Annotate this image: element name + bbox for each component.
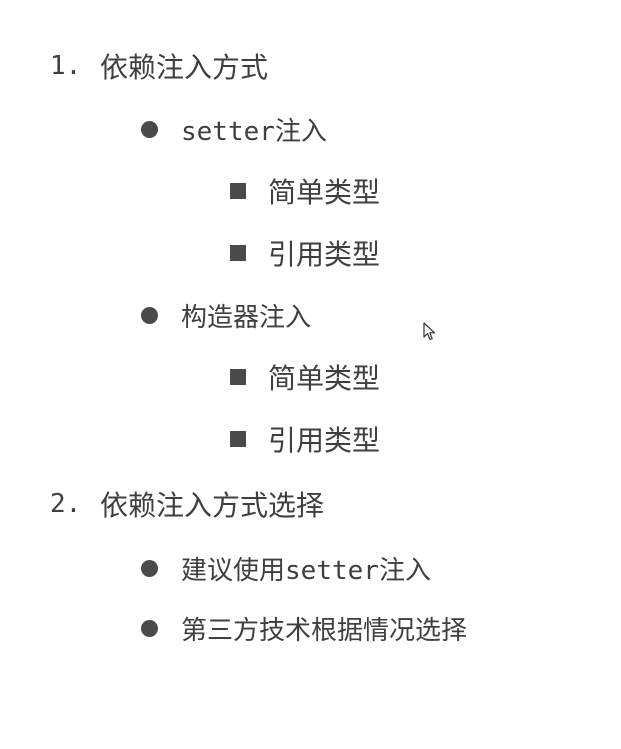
sub-item-label: 引用类型	[268, 238, 381, 271]
list-item-constructor-injection: 构造器注入	[141, 297, 311, 334]
square-bullet-icon	[230, 183, 246, 199]
list-item-label: setter注入	[181, 117, 327, 147]
circle-bullet-icon	[141, 307, 158, 324]
square-bullet-icon	[230, 369, 246, 385]
square-bullet-icon	[230, 245, 246, 261]
sub-item-simple-type: 简单类型	[230, 171, 380, 211]
section-1-number: 1.	[50, 51, 82, 81]
sub-item-label: 简单类型	[268, 362, 381, 395]
list-item-label: 构造器注入	[181, 303, 312, 333]
sub-item-label: 简单类型	[268, 176, 381, 209]
list-item-setter-injection: setter注入	[141, 111, 327, 148]
sub-item-simple-type: 简单类型	[230, 357, 380, 397]
circle-bullet-icon	[141, 620, 158, 637]
section-2-heading: 2. 依赖注入方式选择	[50, 484, 324, 524]
mouse-pointer-icon	[423, 322, 436, 341]
circle-bullet-icon	[141, 560, 158, 577]
sub-item-reference-type: 引用类型	[230, 419, 380, 459]
circle-bullet-icon	[141, 121, 158, 138]
list-item-label: 第三方技术根据情况选择	[181, 616, 468, 646]
section-2-number: 2.	[50, 489, 82, 519]
square-bullet-icon	[230, 431, 246, 447]
sub-item-reference-type: 引用类型	[230, 233, 380, 273]
sub-item-label: 引用类型	[268, 424, 381, 457]
section-1-heading: 1. 依赖注入方式	[50, 46, 268, 86]
list-item-label: 建议使用setter注入	[181, 556, 431, 586]
section-2-title: 依赖注入方式选择	[100, 489, 325, 522]
section-1-title: 依赖注入方式	[100, 51, 269, 84]
list-item-recommend-setter: 建议使用setter注入	[141, 550, 431, 587]
list-item-third-party-choice: 第三方技术根据情况选择	[141, 610, 467, 647]
